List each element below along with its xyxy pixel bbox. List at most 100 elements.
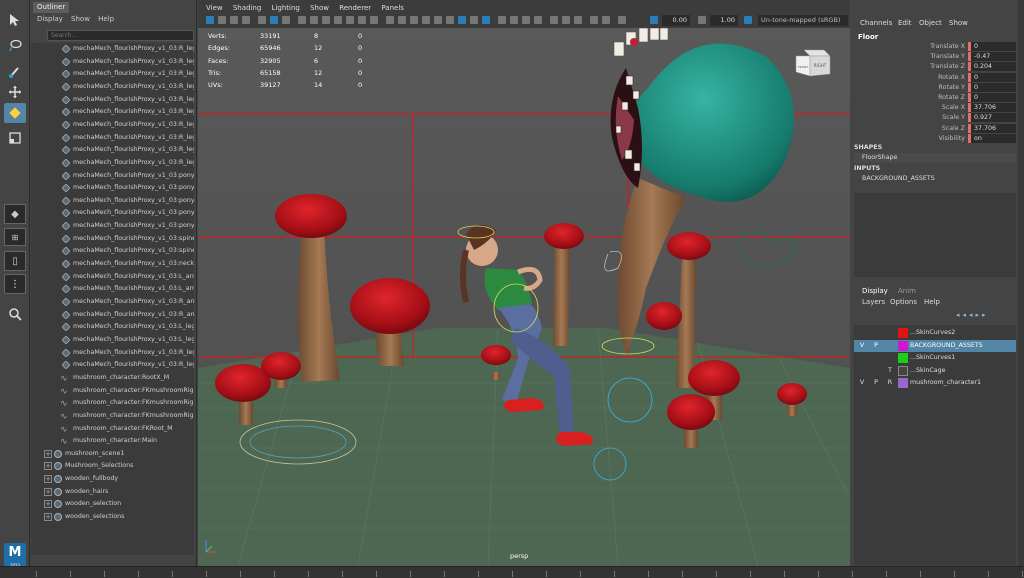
- viewport-menu-view[interactable]: View: [206, 4, 223, 12]
- outliner-menu-display[interactable]: Display: [37, 15, 63, 23]
- xray-joints-icon[interactable]: [434, 16, 442, 24]
- layer-action-icons[interactable]: ◂◂◂▸▸: [956, 311, 989, 319]
- outliner-item[interactable]: + Mushroom_Selections: [31, 460, 194, 472]
- outliner-item[interactable]: mechaMech_flourishProxy_v1_03:R_arr: [31, 296, 194, 308]
- all-lights-icon[interactable]: [470, 16, 478, 24]
- isolate-select-icon[interactable]: [550, 16, 558, 24]
- channel-menu-show[interactable]: Show: [949, 19, 968, 27]
- exposure-icon[interactable]: [650, 16, 658, 24]
- outliner-item[interactable]: mechaMech_flourishProxy_v1_03:L_arr: [31, 283, 194, 295]
- outliner-item[interactable]: mechaMech_flourishProxy_v1_03:pony: [31, 220, 194, 232]
- attribute-row[interactable]: Translate Z 0.204: [852, 62, 1018, 72]
- outliner-item[interactable]: mechaMech_flourishProxy_v1_03:R_leg: [31, 56, 194, 68]
- attribute-row[interactable]: Scale X 37.706: [852, 103, 1018, 113]
- attribute-value[interactable]: on: [968, 133, 1016, 143]
- two-pane-layout-icon[interactable]: ▯: [4, 251, 26, 271]
- outliner-item[interactable]: ∿ mushroom_character:FKmushroomRig: [31, 397, 194, 409]
- attribute-value[interactable]: 0: [968, 72, 1016, 82]
- attribute-row[interactable]: Scale Z 37.706: [852, 123, 1018, 134]
- attribute-value[interactable]: 0: [968, 93, 1016, 102]
- expand-icon[interactable]: +: [44, 513, 52, 522]
- expand-icon[interactable]: +: [44, 487, 52, 496]
- outliner-layout-icon[interactable]: ⋮: [4, 274, 26, 294]
- outliner-item[interactable]: mechaMech_flourishProxy_v1_03:R_leg: [31, 144, 194, 156]
- layer-row[interactable]: ...SkinCurves2: [854, 327, 1016, 339]
- outliner-item[interactable]: mechaMech_flourishProxy_v1_03:neck: [31, 258, 194, 270]
- lock-camera-icon[interactable]: [218, 16, 226, 24]
- paint-select-icon[interactable]: [4, 62, 26, 82]
- layer-menu-help[interactable]: Help: [924, 298, 940, 306]
- outliner-item[interactable]: mechaMech_flourishProxy_v1_03:R_leg: [31, 132, 194, 144]
- outliner-item[interactable]: + wooden_selection: [31, 498, 194, 510]
- field-chart-icon[interactable]: [346, 16, 354, 24]
- layer-r-toggle[interactable]: T: [886, 365, 894, 377]
- default-lighting-icon[interactable]: [458, 16, 466, 24]
- viewport-canvas[interactable]: Verts: 33191 8 0 Edges: 65946 12 0 Faces: 32905 6 0…: [198, 28, 850, 566]
- gamma-field[interactable]: 1.00: [710, 15, 738, 26]
- layer-color-swatch[interactable]: [898, 340, 908, 351]
- safe-action-icon[interactable]: [358, 16, 366, 24]
- grid-icon[interactable]: [298, 16, 306, 24]
- shadows-icon[interactable]: [482, 16, 490, 24]
- outliner-item[interactable]: ∿ mushroom_character:FKmushroomRig: [31, 385, 194, 397]
- high-quality-icon[interactable]: [602, 16, 610, 24]
- single-pane-layout-icon[interactable]: ◆: [4, 204, 26, 224]
- shape-row[interactable]: FloorShape: [854, 153, 1016, 163]
- rotate-icon[interactable]: [4, 103, 26, 123]
- outliner-item[interactable]: mechaMech_flourishProxy_v1_03:pony: [31, 182, 194, 194]
- outliner-item[interactable]: mechaMech_flourishProxy_v1_03:R_leg: [31, 68, 194, 80]
- outliner-item[interactable]: ∿ mushroom_character:FKmushroomRig: [31, 410, 194, 422]
- 2d-pan-zoom-icon[interactable]: [270, 16, 278, 24]
- screen-space-ao-icon[interactable]: [498, 16, 506, 24]
- outliner-item[interactable]: mechaMech_flourishProxy_v1_03:pony: [31, 195, 194, 207]
- gate-mask-icon[interactable]: [334, 16, 342, 24]
- attribute-row[interactable]: Rotate X0: [852, 72, 1018, 83]
- attribute-value[interactable]: 0: [968, 82, 1016, 92]
- outliner-tab[interactable]: Outliner: [33, 2, 70, 13]
- layer-color-swatch[interactable]: [898, 378, 908, 389]
- smooth-shade-icon[interactable]: [398, 16, 406, 24]
- move-icon[interactable]: [4, 82, 26, 102]
- exposure-field[interactable]: 0.00: [662, 15, 690, 26]
- gamma-icon[interactable]: [698, 16, 706, 24]
- attribute-row[interactable]: Scale Y 0.927: [852, 113, 1018, 123]
- tab-anim[interactable]: Anim: [898, 287, 916, 295]
- camera-attributes-icon[interactable]: [230, 16, 238, 24]
- layer-p-toggle[interactable]: P: [872, 377, 880, 389]
- attribute-row[interactable]: Visibility on: [852, 133, 1018, 144]
- four-pane-layout-icon[interactable]: ⊞: [4, 228, 26, 246]
- viewport-menu-shading[interactable]: Shading: [233, 4, 261, 12]
- selected-object-name[interactable]: Floor: [858, 33, 878, 41]
- attribute-value[interactable]: -0.47: [968, 52, 1016, 62]
- outliner-item[interactable]: + wooden_selections: [31, 511, 194, 523]
- outliner-item[interactable]: + wooden_hairs: [31, 486, 194, 498]
- camera-sequencer-icon[interactable]: [618, 16, 626, 24]
- safe-title-icon[interactable]: [370, 16, 378, 24]
- viewport-menu-renderer[interactable]: Renderer: [339, 4, 371, 12]
- viewport-menu-panels[interactable]: Panels: [381, 4, 404, 12]
- image-plane-icon[interactable]: [258, 16, 266, 24]
- viewcube-icon[interactable]: FRONT RIGHT: [794, 48, 832, 80]
- outliner-item[interactable]: + wooden_fullbody: [31, 473, 194, 485]
- attribute-value[interactable]: 37.706: [968, 103, 1016, 113]
- layer-row[interactable]: V P Rmushroom_character1: [854, 377, 1016, 389]
- xray-icon[interactable]: [422, 16, 430, 24]
- outliner-item[interactable]: mechaMech_flourishProxy_v1_03:R_leg: [31, 81, 194, 93]
- outliner-item[interactable]: mechaMech_flourishProxy_v1_03:spine: [31, 233, 194, 245]
- outliner-item[interactable]: ∿ mushroom_character:Main: [31, 435, 194, 447]
- layer-color-swatch[interactable]: [898, 328, 908, 338]
- layer-row[interactable]: T ...SkinCage: [854, 365, 1016, 377]
- outliner-item[interactable]: mechaMech_flourishProxy_v1_03:L_leg: [31, 321, 194, 333]
- viewport-menu-show[interactable]: Show: [310, 4, 329, 12]
- outliner-item[interactable]: ∿ mushroom_character:FKRoot_M: [31, 423, 194, 435]
- grease-pencil-icon[interactable]: [282, 16, 290, 24]
- outliner-item[interactable]: mechaMech_flourishProxy_v1_03:R_leg: [31, 359, 194, 371]
- outliner-menu-show[interactable]: Show: [71, 15, 90, 23]
- scale-icon[interactable]: [4, 128, 26, 148]
- bookmark-icon[interactable]: [242, 16, 250, 24]
- layer-menu-options[interactable]: Options: [890, 298, 917, 306]
- wireframe-icon[interactable]: [386, 16, 394, 24]
- layer-menu-layers[interactable]: Layers: [862, 298, 885, 306]
- anti-aliasing-icon[interactable]: [522, 16, 530, 24]
- viewport-menu-lighting[interactable]: Lighting: [272, 4, 300, 12]
